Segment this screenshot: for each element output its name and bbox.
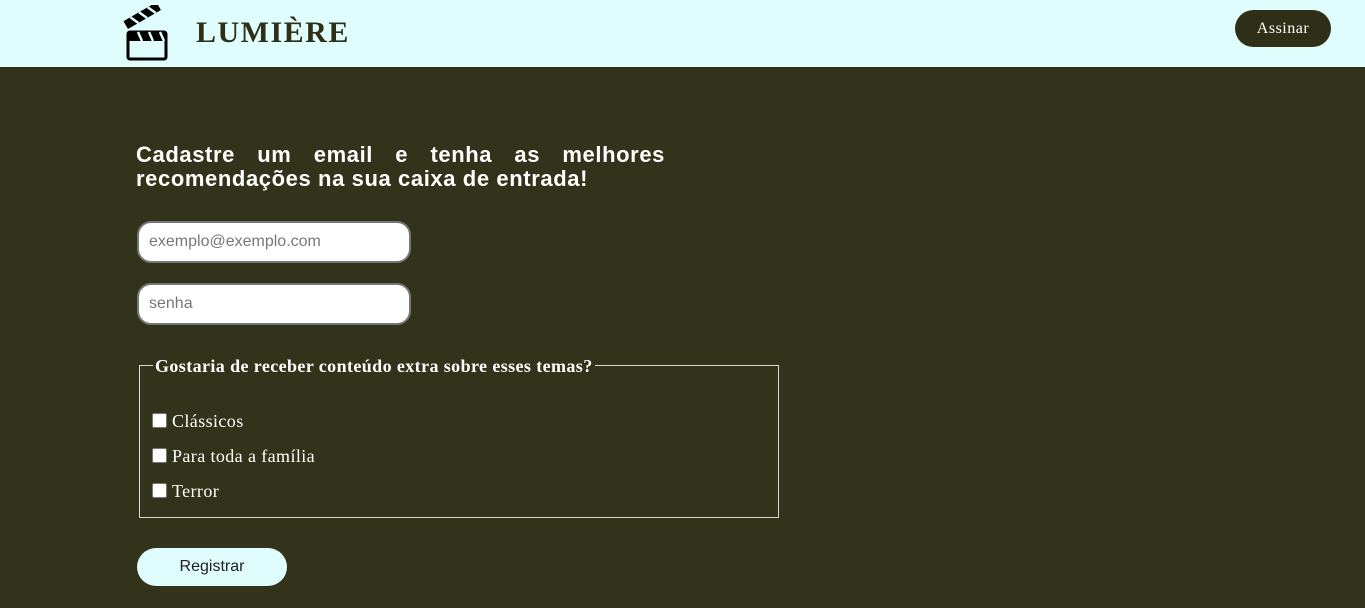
terror-checkbox[interactable] <box>152 483 167 498</box>
topics-legend: Gostaria de receber conteúdo extra sobre… <box>153 356 595 376</box>
email-input[interactable] <box>137 221 411 263</box>
classicos-label: Clássicos <box>172 411 244 431</box>
clapperboard-icon[interactable] <box>122 5 170 61</box>
register-button[interactable]: Registrar <box>137 548 287 586</box>
terror-label: Terror <box>172 481 220 501</box>
familia-label: Para toda a família <box>172 446 316 466</box>
brand-name[interactable]: LUMIÈRE <box>196 16 350 50</box>
topics-fieldset: Gostaria de receber conteúdo extra sobre… <box>139 356 779 518</box>
site-header: LUMIÈRE Assinar <box>0 0 1365 67</box>
signup-title: Cadastre um email e tenha as melhores re… <box>136 142 665 191</box>
classicos-checkbox[interactable] <box>152 413 167 428</box>
familia-checkbox[interactable] <box>152 448 167 463</box>
password-input[interactable] <box>137 283 411 325</box>
subscribe-button[interactable]: Assinar <box>1235 10 1331 47</box>
